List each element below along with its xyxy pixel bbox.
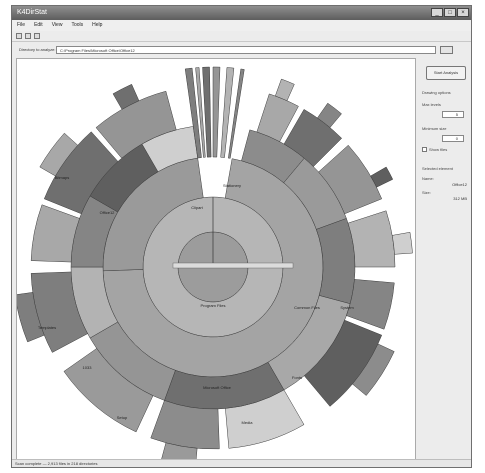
show-files-checkbox[interactable] — [422, 147, 427, 152]
selection-highlight — [172, 262, 294, 269]
size-label: Size: — [422, 190, 431, 195]
name-label: Name: — [422, 176, 434, 181]
directory-input[interactable]: C:\Program Files\Microsoft Office\Office… — [56, 46, 436, 54]
menu-help[interactable]: Help — [92, 20, 102, 31]
segment-label-right1: Common Files — [294, 305, 320, 310]
min-size-input[interactable]: 0 — [442, 135, 464, 142]
sunburst-ring5-seg[interactable] — [391, 231, 413, 255]
segment-label-top2: Clipart — [191, 205, 203, 210]
forward-button[interactable] — [25, 33, 31, 39]
name-value: Office12 — [452, 182, 467, 187]
max-levels-input[interactable]: 5 — [442, 111, 464, 118]
sunburst-spike[interactable] — [212, 66, 221, 158]
close-button[interactable]: × — [457, 8, 469, 17]
sunburst-chart-area[interactable]: Program Files Office12 Bitmaps 1033 Setup Tem… — [16, 58, 416, 461]
segment-label-left2: Bitmaps — [55, 175, 69, 180]
drawing-options-heading: Drawing options — [422, 90, 451, 95]
menu-bar: File Edit View Tools Help — [12, 20, 471, 31]
menu-tools[interactable]: Tools — [71, 20, 83, 31]
app-window: K4DirStat _ □ × File Edit View Tools Hel… — [11, 5, 472, 468]
min-size-label: Minimum size — [422, 126, 447, 131]
menu-edit[interactable]: Edit — [34, 20, 43, 31]
menu-view[interactable]: View — [52, 20, 63, 31]
segment-label-left4: Setup — [117, 415, 128, 420]
back-button[interactable] — [16, 33, 22, 39]
status-bar: Scan complete — 2,913 files in 218 direc… — [12, 459, 471, 467]
start-analysis-button[interactable]: Start Analysis — [426, 66, 466, 80]
segment-label-top1: Stationery — [223, 183, 241, 188]
size-value: 312 MB — [453, 196, 467, 201]
menu-file[interactable]: File — [17, 20, 25, 31]
window-title: K4DirStat — [17, 9, 47, 16]
directory-label: Directory to analyze: — [19, 47, 56, 52]
maximize-button[interactable]: □ — [444, 8, 456, 17]
max-levels-label: Max levels — [422, 102, 441, 107]
side-panel: Start Analysis Drawing options Max level… — [420, 58, 470, 461]
up-button[interactable] — [34, 33, 40, 39]
selected-element-heading: Selected element — [422, 166, 453, 171]
segment-label-center: Program Files — [201, 303, 226, 308]
directory-bar: Directory to analyze: C:\Program Files\M… — [12, 42, 471, 57]
show-files-label: Show files — [429, 147, 448, 152]
segment-label-bot2: Media — [242, 420, 254, 425]
segment-label-left1: Office12 — [100, 210, 116, 215]
segment-label-bot1: Microsoft Office — [203, 385, 231, 390]
segment-label-bot3: Fonts — [292, 375, 302, 380]
segment-label-left3: 1033 — [83, 365, 93, 370]
browse-button[interactable] — [440, 46, 453, 54]
sunburst-chart[interactable]: Program Files Office12 Bitmaps 1033 Setup Tem… — [17, 59, 415, 460]
title-bar: K4DirStat _ □ × — [12, 6, 471, 20]
sunburst-ring4-seg[interactable] — [347, 210, 396, 268]
minimize-button[interactable]: _ — [431, 8, 443, 17]
segment-label-left5: Templates — [38, 325, 56, 330]
segment-label-right2: System — [340, 305, 354, 310]
toolbar — [12, 31, 471, 42]
